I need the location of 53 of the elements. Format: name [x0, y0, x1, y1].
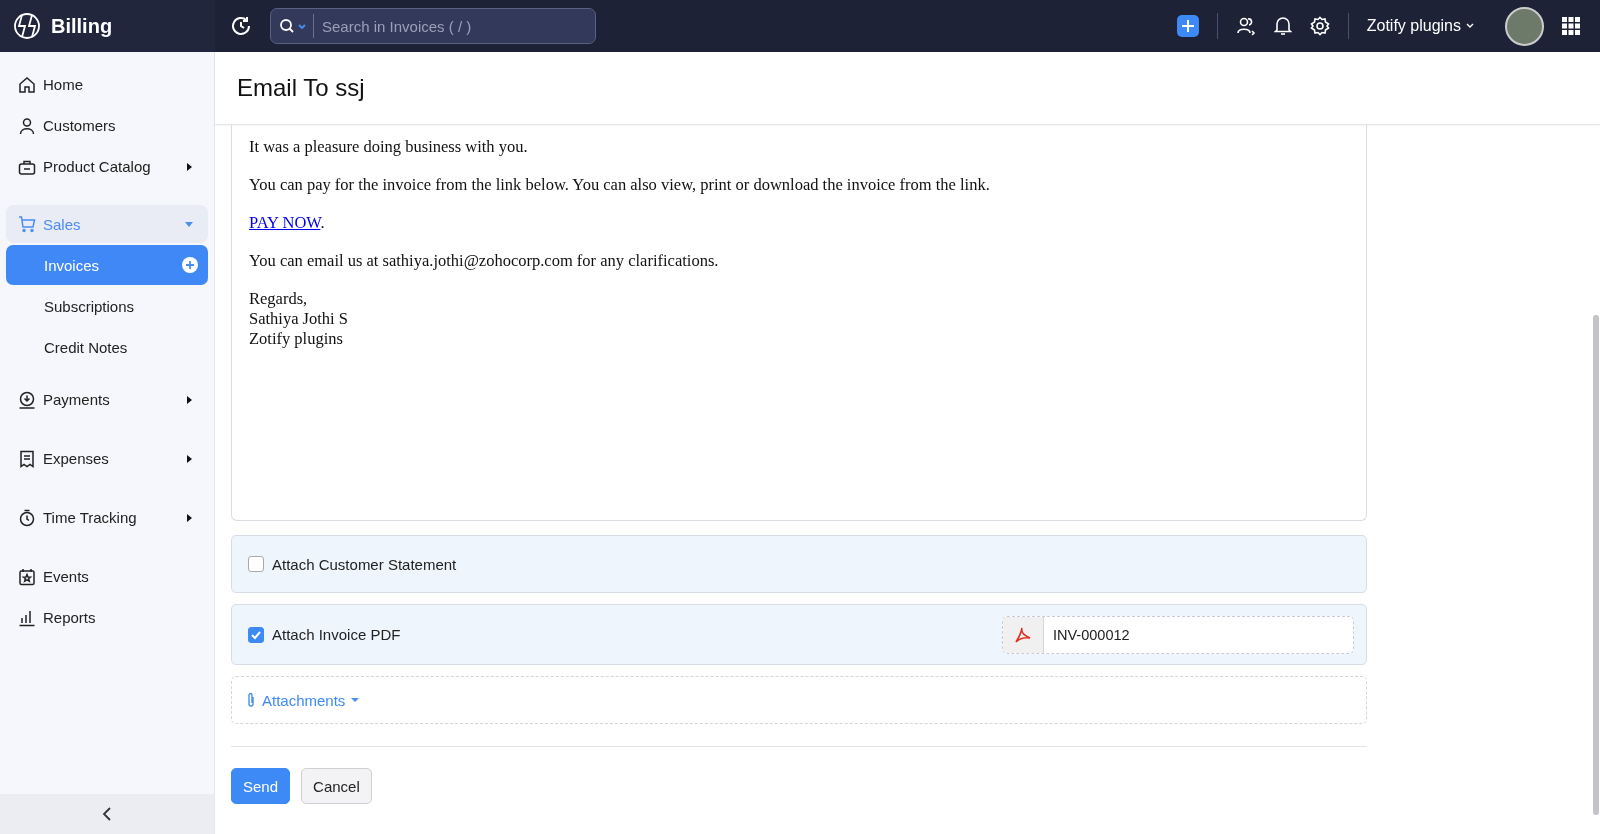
settings-icon[interactable] [1309, 16, 1330, 36]
apps-grid-icon[interactable] [1562, 17, 1580, 35]
scrollbar-thumb[interactable] [1593, 315, 1599, 815]
sidebar-item[interactable]: Events [6, 556, 208, 597]
bar-chart-icon [18, 608, 36, 627]
sidebar-item[interactable]: Expenses [6, 438, 208, 479]
bell-icon[interactable] [1273, 16, 1292, 36]
search-input[interactable]: Search in Invoices ( / ) [320, 16, 587, 36]
checkbox-label[interactable]: Attach Customer Statement [272, 555, 457, 573]
add-button[interactable] [1176, 15, 1199, 37]
email-paragraph: You can email us at sathiya.jothi@zohocorp.com for any clarifications. [249, 251, 720, 271]
checkbox[interactable] [248, 626, 264, 643]
pdf-icon [1014, 625, 1032, 644]
sidebar-item[interactable]: Product Catalog [6, 146, 208, 187]
caret-icon [351, 697, 360, 703]
cart-icon [18, 215, 36, 233]
users-icon[interactable] [1235, 16, 1256, 36]
app-name: Billing [51, 14, 113, 38]
cancel-button[interactable]: Cancel [301, 768, 372, 804]
sidebar-item[interactable]: Payments [6, 379, 208, 420]
calendar-icon [18, 567, 36, 586]
paperclip-icon [246, 692, 256, 708]
receipt-icon [18, 449, 36, 468]
sidebar-item[interactable]: Time Tracking [6, 497, 208, 538]
logo-icon [13, 12, 41, 40]
add-circle-icon[interactable] [182, 257, 198, 273]
pay-now-link[interactable]: PAY NOW [249, 213, 321, 232]
organization-dropdown[interactable]: Zotify plugins [1366, 17, 1475, 35]
chevron-left-icon [102, 807, 112, 821]
sidebar-item[interactable]: Home [6, 64, 208, 105]
sidebar-item[interactable]: Customers [6, 105, 208, 146]
plus-icon [1180, 19, 1195, 33]
download-circle-icon [18, 390, 36, 409]
history-icon[interactable] [230, 15, 252, 37]
sidebar-subitem[interactable]: Subscriptions [6, 286, 208, 326]
home-icon [18, 75, 36, 94]
attached-file-field: INV-000012 [1002, 615, 1354, 654]
avatar[interactable] [1505, 6, 1544, 46]
punctuation: . [320, 213, 325, 232]
attachments-dropdown[interactable]: Attachments [246, 691, 360, 709]
checkbox-label[interactable]: Attach Invoice PDF [272, 626, 401, 643]
stopwatch-icon [18, 508, 36, 527]
email-paragraph: Regards, Sathiya Jothi S Zotify plugins [249, 289, 349, 349]
person-icon [18, 116, 36, 135]
search-icon[interactable] [279, 18, 307, 34]
sidebar-item[interactable]: Reports [6, 597, 208, 638]
checkbox[interactable] [248, 556, 264, 572]
search-field[interactable]: Search in Invoices ( / ) [270, 8, 596, 44]
sidebar-subitem[interactable]: Credit Notes [6, 327, 208, 367]
email-paragraph: You can pay for the invoice from the link below. You can also view, print or download the invoice from the link. [249, 175, 991, 195]
page-title: Email To ssj [237, 74, 365, 102]
email-paragraph: It was a pleasure doing business with you. [249, 137, 529, 157]
caret-icon [1465, 22, 1475, 30]
